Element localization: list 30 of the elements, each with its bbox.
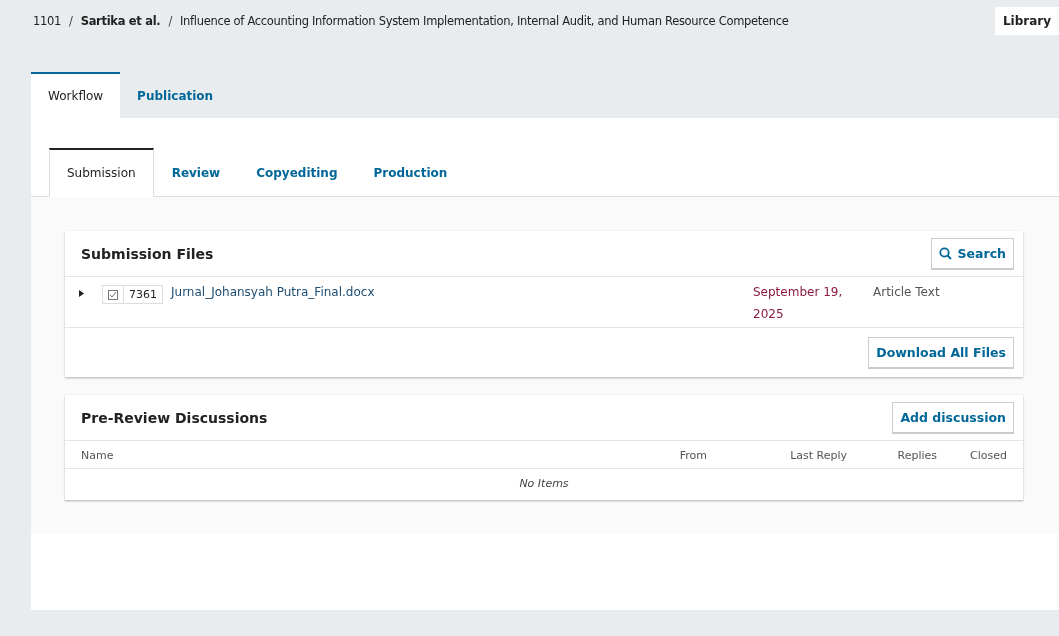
add-discussion-button[interactable]: Add discussion <box>892 402 1014 433</box>
stage-tab[interactable]: Review <box>153 148 239 197</box>
caret-right-icon <box>78 290 85 297</box>
card-title: Pre-Review Discussions <box>81 409 268 426</box>
file-id-badge: 7361 <box>102 285 163 304</box>
file-link[interactable]: Jurnal_Johansyah Putra_Final.docx <box>171 285 753 299</box>
submission-authors: Sartika et al. <box>80 14 161 28</box>
search-button[interactable]: Search <box>930 238 1014 269</box>
breadcrumb-separator: / <box>69 14 73 28</box>
file-date: September 19, 2025 <box>753 284 844 323</box>
workflow-tab[interactable]: Publication <box>120 72 231 118</box>
stage-tab[interactable]: Submission <box>49 148 154 197</box>
column-header: Name <box>81 449 115 462</box>
stage-tab[interactable]: Production <box>355 148 466 197</box>
submission-id: 1101 <box>33 14 62 28</box>
column-header: Replies <box>896 449 937 462</box>
column-header: Last Reply <box>789 449 847 462</box>
file-type: Article Text <box>873 285 941 299</box>
card-title: Submission Files <box>81 245 214 262</box>
search-icon <box>938 247 952 260</box>
submission-title: Influence of Accounting Information System Implementation, Internal Audit, and Human Resource Competence <box>180 14 789 28</box>
empty-message: No Items <box>519 477 569 490</box>
column-header: From <box>678 449 707 462</box>
breadcrumb-separator: / <box>168 14 172 28</box>
workflow-tab[interactable]: Workflow <box>31 72 121 118</box>
document-icon <box>108 289 118 300</box>
stage-tab[interactable]: Copyediting <box>238 148 356 197</box>
download-all-button[interactable]: Download All Files <box>868 337 1014 368</box>
column-header: Closed <box>969 449 1007 462</box>
library-button[interactable]: Library <box>994 7 1059 35</box>
